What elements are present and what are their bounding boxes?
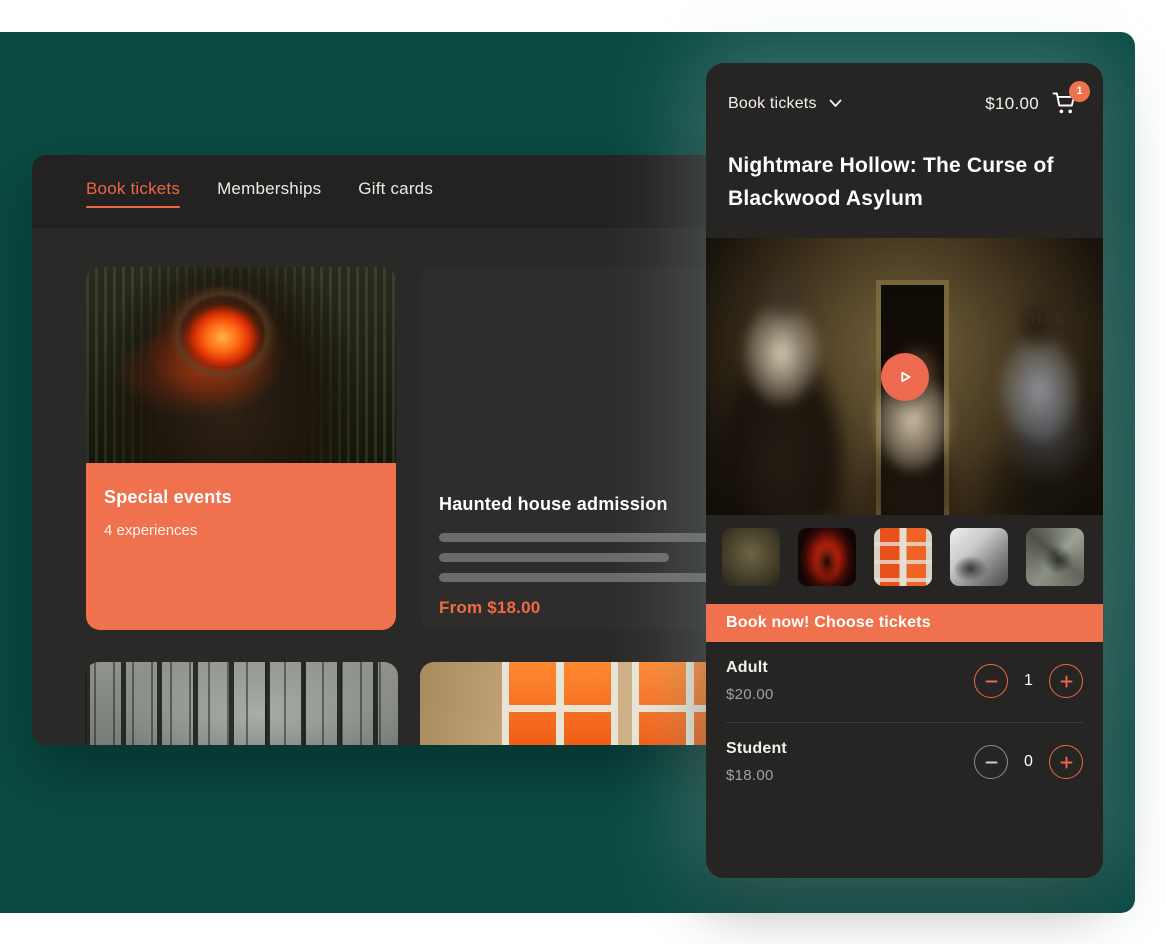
- forest-image: [85, 662, 398, 745]
- red-window-image: [420, 662, 731, 745]
- cart-icon[interactable]: 1: [1051, 90, 1081, 118]
- student-quantity-stepper: 0: [974, 745, 1083, 779]
- thumbnail-spiral-staircase[interactable]: [1026, 528, 1084, 586]
- minus-icon[interactable]: [974, 664, 1008, 698]
- card-subtitle: 4 experiences: [104, 522, 378, 539]
- thumbnail-orange-window-doors[interactable]: [874, 528, 932, 586]
- cart-badge: 1: [1069, 81, 1090, 102]
- ticket-info: Adult $20.00: [726, 659, 774, 703]
- student-quantity: 0: [1021, 753, 1036, 771]
- tab-gift-cards[interactable]: Gift cards: [358, 169, 433, 215]
- pumpkin-figure-image: [86, 267, 396, 463]
- page: Book tickets Memberships Gift cards Spec…: [0, 0, 1166, 944]
- gallery-thumbnails: [722, 528, 1084, 586]
- ticket-info: Student $18.00: [726, 740, 787, 784]
- ticket-type: Adult: [726, 659, 774, 677]
- thumbnail-red-corridor[interactable]: [798, 528, 856, 586]
- card-title: Haunted house admission: [439, 494, 713, 515]
- plus-icon[interactable]: [1049, 664, 1083, 698]
- card-forest[interactable]: [85, 662, 398, 745]
- booking-widget: Book tickets $10.00 1 Nightmare Hollow: …: [706, 63, 1103, 878]
- ticket-row-adult: Adult $20.00 1: [726, 642, 1083, 723]
- widget-header: Book tickets $10.00 1: [728, 89, 1081, 119]
- cart-total: $10.00: [985, 94, 1039, 114]
- chevron-down-icon: [829, 95, 842, 113]
- special-events-info: Special events 4 experiences: [86, 463, 396, 630]
- thumbnail-zombies-group[interactable]: [722, 528, 780, 586]
- tab-book-tickets[interactable]: Book tickets: [86, 169, 180, 215]
- ticket-row-student: Student $18.00 0: [726, 723, 1083, 803]
- event-title: Nightmare Hollow: The Curse of Blackwood…: [728, 149, 1058, 215]
- staircase-image: [421, 267, 731, 470]
- window-pane: [502, 662, 618, 745]
- card-title: Special events: [104, 487, 378, 508]
- adult-quantity-stepper: 1: [974, 664, 1083, 698]
- adult-quantity: 1: [1021, 672, 1036, 690]
- card-special-events[interactable]: Special events 4 experiences: [86, 267, 396, 630]
- plus-icon[interactable]: [1049, 745, 1083, 779]
- cart-summary: $10.00 1: [985, 90, 1081, 118]
- dropdown-label: Book tickets: [728, 95, 817, 113]
- card-haunted-house[interactable]: Haunted house admission From $18.00: [421, 267, 731, 630]
- tab-memberships[interactable]: Memberships: [217, 169, 321, 215]
- play-icon[interactable]: [881, 353, 929, 401]
- haunted-house-info: Haunted house admission From $18.00: [421, 470, 731, 630]
- card-price: From $18.00: [439, 598, 713, 618]
- skeleton-line: [439, 553, 669, 562]
- ticket-price: $20.00: [726, 686, 774, 703]
- event-video-still: HAC: [706, 238, 1103, 515]
- book-tickets-dropdown[interactable]: Book tickets: [728, 95, 842, 113]
- thumbnail-overhead-room[interactable]: [950, 528, 1008, 586]
- minus-icon[interactable]: [974, 745, 1008, 779]
- book-now-banner: Book now! Choose tickets: [706, 604, 1103, 642]
- skeleton-line: [439, 573, 713, 582]
- card-red-window[interactable]: [420, 662, 731, 745]
- skeleton-line: [439, 533, 713, 542]
- ticket-price: $18.00: [726, 767, 787, 784]
- ticket-type: Student: [726, 740, 787, 758]
- ticket-list: Adult $20.00 1 Student $18.00: [706, 642, 1103, 803]
- banner-text: Book now! Choose tickets: [726, 614, 931, 632]
